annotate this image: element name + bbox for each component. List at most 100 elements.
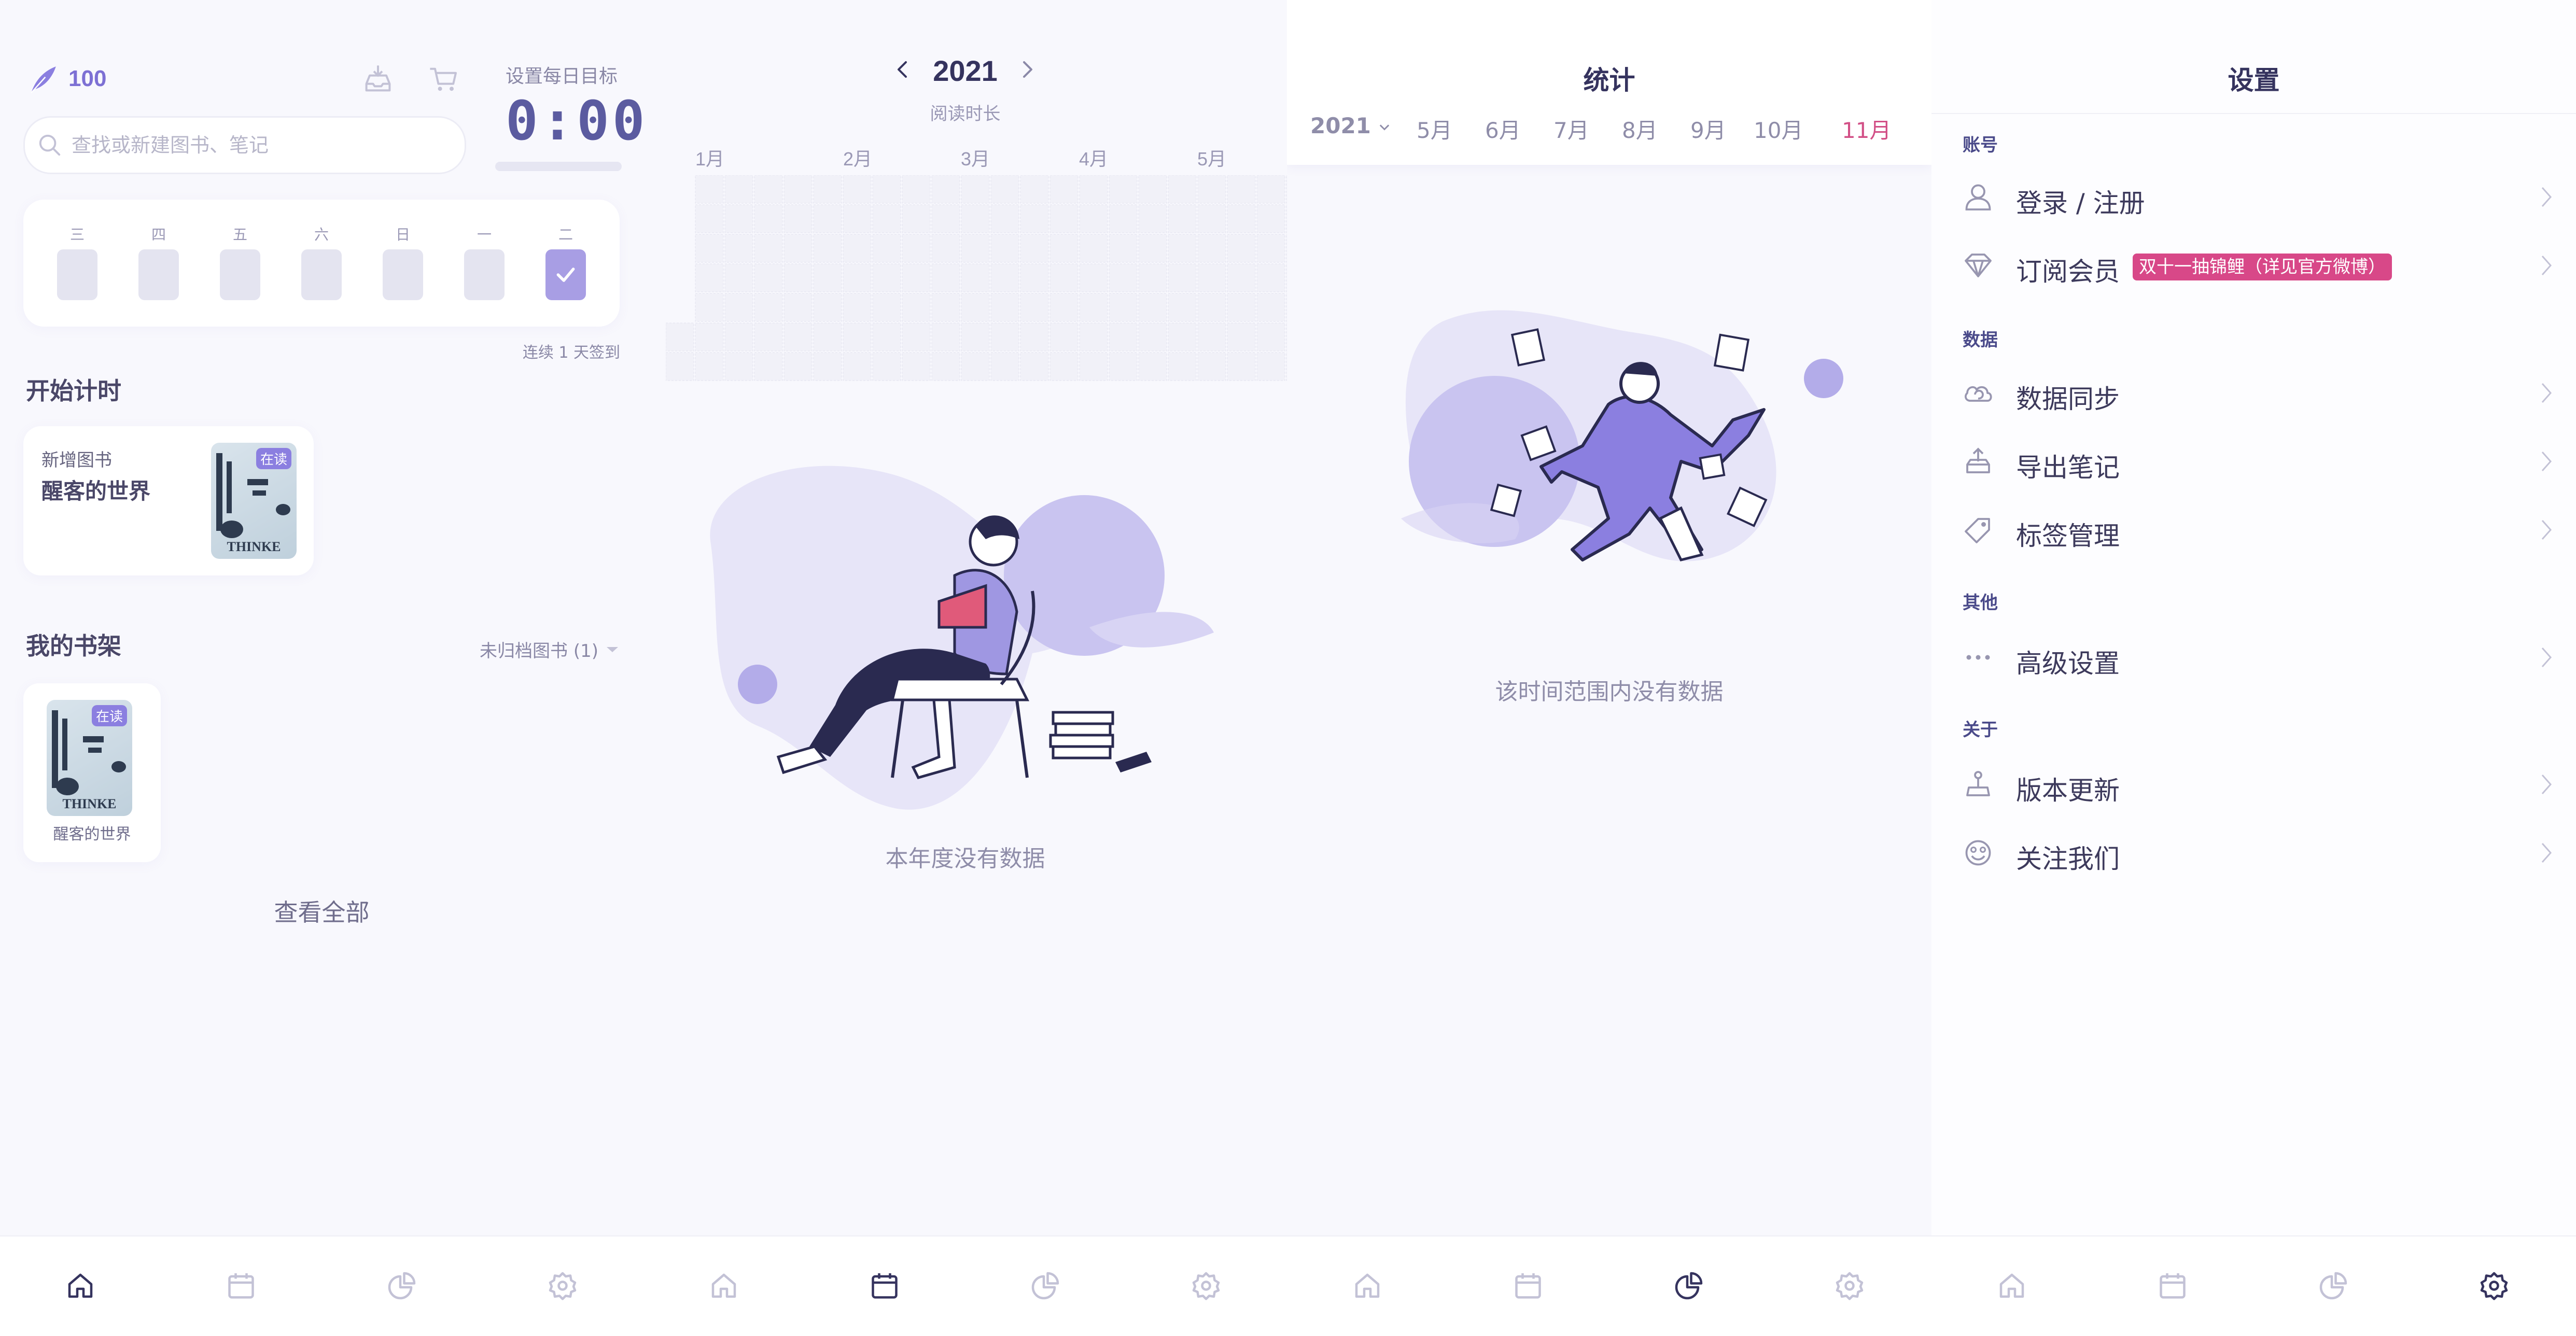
more-icon [1966, 655, 1990, 660]
settings-row-tags[interactable]: 标签管理 [1931, 499, 2576, 561]
nav-stats[interactable] [1660, 1257, 1717, 1314]
heatmap-cell [695, 293, 724, 322]
prev-year-icon[interactable] [892, 59, 913, 80]
nav-stats[interactable] [373, 1257, 430, 1314]
feather-icon [31, 66, 56, 94]
bottom-nav [1287, 1235, 1931, 1336]
new-book-card[interactable]: 新增图书 醒客的世界 THINKE 在读 [23, 426, 314, 575]
heatmap-cell [1227, 352, 1256, 381]
coins-counter[interactable]: 100 [26, 61, 106, 96]
heatmap-cell [872, 175, 901, 204]
settings-row-label: 导出笔记 [2016, 453, 2120, 483]
shelf-book-title: 醒客的世界 [53, 825, 131, 843]
checkin-box[interactable] [464, 249, 505, 300]
checkin-day[interactable]: 四 [138, 223, 179, 300]
nav-home[interactable] [52, 1257, 109, 1314]
search-bar[interactable] [23, 116, 466, 174]
nav-calendar[interactable] [856, 1257, 913, 1314]
checkin-box[interactable] [57, 249, 97, 300]
checkin-box[interactable] [138, 249, 179, 300]
heatmap-cell [724, 234, 753, 263]
weekday-label: 一 [477, 226, 492, 243]
heatmap-cell [1168, 322, 1197, 351]
checkin-day[interactable]: 二 [545, 223, 586, 300]
heatmap-cell [843, 175, 872, 204]
heatmap-cell [1197, 234, 1226, 263]
group-label-data: 数据 [1963, 330, 1998, 350]
nav-home[interactable] [1983, 1257, 2040, 1314]
shelf-book-item[interactable]: THINKE 在读 醒客的世界 [23, 683, 161, 862]
heatmap-cell [724, 263, 753, 292]
settings-row-label: 版本更新 [2016, 776, 2120, 806]
settings-row-login[interactable]: 登录 / 注册 [1931, 166, 2576, 228]
checkin-day[interactable]: 五 [220, 223, 260, 300]
heatmap-cell [695, 175, 724, 204]
nav-stats[interactable] [1017, 1257, 1074, 1314]
month-tab[interactable]: 6月 [1485, 113, 1521, 145]
settings-row-advanced[interactable]: 高级设置 [1931, 626, 2576, 688]
month-tab-active[interactable]: 11月 [1842, 113, 1891, 145]
settings-header: 设置 [1931, 0, 2576, 114]
heatmap-cell [1049, 175, 1079, 204]
daily-goal-time[interactable]: 0:00 [506, 89, 643, 152]
nav-settings[interactable] [2466, 1257, 2523, 1314]
nav-stats[interactable] [2305, 1257, 2362, 1314]
heatmap-cell [961, 352, 990, 381]
diamond-icon [1965, 254, 1992, 277]
nav-settings[interactable] [534, 1257, 591, 1314]
chevron-right-icon [2541, 775, 2552, 794]
checkin-box[interactable] [301, 249, 342, 300]
search-input[interactable] [71, 133, 436, 157]
settings-row-update[interactable]: 版本更新 [1931, 753, 2576, 815]
settings-row-label: 数据同步 [2016, 384, 2120, 414]
heatmap-cell [1197, 352, 1226, 381]
settings-row-membership[interactable]: 订阅会员 双十一抽锦鲤（详见官方微博） [1931, 234, 2576, 297]
shelf-filter-dropdown[interactable]: 未归档图书 (1) [480, 637, 620, 662]
month-tab[interactable]: 7月 [1553, 113, 1589, 145]
checkin-day[interactable]: 三 [57, 223, 97, 300]
settings-row-export[interactable]: 导出笔记 [1931, 430, 2576, 493]
month-label: 5月 [1197, 148, 1227, 170]
month-tab[interactable]: 10月 [1754, 113, 1803, 145]
heatmap-cell [1168, 263, 1197, 292]
heatmap-cell [843, 263, 872, 292]
month-tab[interactable]: 9月 [1690, 113, 1726, 145]
settings-row-follow[interactable]: 关注我们 [1931, 822, 2576, 884]
checkin-box[interactable] [220, 249, 260, 300]
checkin-box[interactable] [383, 249, 423, 300]
nav-home[interactable] [695, 1257, 752, 1314]
settings-row-sync[interactable]: 数据同步 [1931, 362, 2576, 424]
nav-calendar[interactable] [2144, 1257, 2201, 1314]
nav-calendar[interactable] [213, 1257, 270, 1314]
cart-icon[interactable] [427, 62, 460, 95]
checkin-day[interactable]: 日 [383, 223, 423, 300]
stats-header: 统计 2021 5月 6月 7月 8月 9月 10月 11月 [1287, 0, 1931, 165]
month-tab[interactable]: 5月 [1417, 113, 1452, 145]
view-all-link[interactable]: 查看全部 [0, 894, 643, 928]
year-select-value: 2021 [1310, 113, 1371, 138]
chevron-right-icon [2541, 452, 2552, 471]
heatmap-cell [724, 352, 753, 381]
weekday-label: 五 [232, 226, 247, 243]
next-year-icon[interactable] [1017, 59, 1038, 80]
year-select[interactable]: 2021 [1310, 113, 1392, 138]
settings-row-label: 关注我们 [2016, 844, 2120, 874]
nav-settings[interactable] [1821, 1257, 1878, 1314]
nav-settings[interactable] [1178, 1257, 1235, 1314]
checkin-day[interactable]: 六 [301, 223, 342, 300]
calendar-screen: 2021 阅读时长 1月 2月 3月 4月 5月 本年度没有数据 [643, 0, 1287, 1336]
user-icon [1965, 184, 1991, 210]
checkin-box-checked[interactable] [545, 249, 586, 300]
heatmap-cell [783, 352, 813, 381]
check-icon [556, 268, 575, 282]
heatmap-cell [1138, 234, 1167, 263]
checkin-day[interactable]: 一 [464, 223, 505, 300]
heatmap-cell [961, 234, 990, 263]
heatmap-cell [1227, 263, 1256, 292]
nav-calendar[interactable] [1500, 1257, 1557, 1314]
daily-goal-label[interactable]: 设置每日目标 [506, 61, 618, 88]
nav-home[interactable] [1339, 1257, 1396, 1314]
inbox-icon[interactable] [361, 62, 395, 95]
month-tab[interactable]: 8月 [1622, 113, 1658, 145]
heatmap-cell [724, 175, 753, 204]
